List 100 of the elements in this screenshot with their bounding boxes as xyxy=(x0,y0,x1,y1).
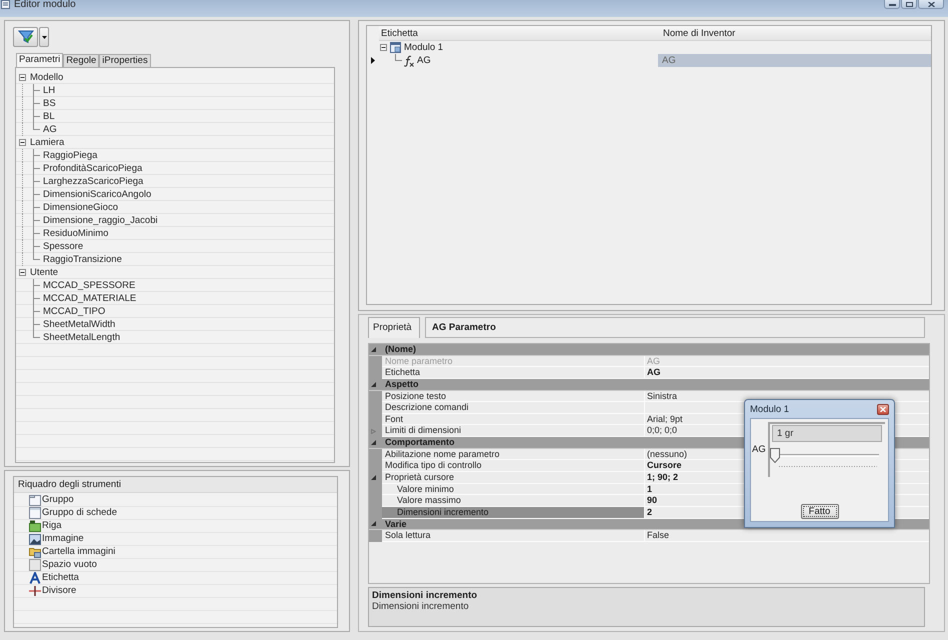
tree-item[interactable]: MCCAD_TIPO xyxy=(43,305,106,318)
property-name[interactable]: Descrizione comandi xyxy=(382,402,645,414)
property-name[interactable]: Modifica tipo di controllo xyxy=(382,460,645,472)
property-value[interactable]: Cursore xyxy=(647,460,682,471)
collapse-arrow-icon[interactable] xyxy=(371,440,376,445)
collapse-arrow-icon[interactable] xyxy=(371,382,376,387)
close-button[interactable] xyxy=(918,0,944,9)
blank-square-icon xyxy=(29,558,41,570)
property-value[interactable]: Arial; 9pt xyxy=(647,414,683,424)
property-value[interactable]: AG xyxy=(647,367,660,378)
toolbox-item[interactable]: Gruppo di schede xyxy=(29,506,117,519)
picture-folder-icon xyxy=(29,546,41,558)
tree-item[interactable]: BS xyxy=(43,97,56,110)
tree-item[interactable]: SheetMetalWidth xyxy=(43,318,116,331)
tree-item[interactable]: DimensioniScaricoAngolo xyxy=(43,188,152,201)
tree-item[interactable]: DimensioneGioco xyxy=(43,201,118,214)
tab[interactable]: iProperties xyxy=(99,54,151,67)
property-name[interactable]: Proprietà cursore xyxy=(382,472,645,484)
toolbox-item[interactable]: Cartella immagini xyxy=(29,545,116,558)
toolbox-item[interactable]: Riga xyxy=(29,519,62,532)
tab[interactable]: Regole xyxy=(63,54,100,67)
tree-item[interactable]: MCCAD_SPESSORE xyxy=(43,279,136,292)
property-name[interactable]: Dimensioni incremento xyxy=(382,506,645,519)
property-name[interactable]: Etichetta xyxy=(382,367,645,379)
collapse-arrow-icon[interactable] xyxy=(371,521,376,526)
property-value[interactable]: 0;0; 0;0 xyxy=(647,425,678,436)
property-name[interactable]: Posizione testo xyxy=(382,390,645,402)
property-value[interactable]: 90 xyxy=(647,495,658,506)
collapse-arrow-icon[interactable] xyxy=(371,475,376,480)
tree-item[interactable]: AG xyxy=(43,123,57,136)
property-value[interactable]: 1; 90; 2 xyxy=(647,472,678,483)
tree-item[interactable]: Modello xyxy=(19,71,64,84)
toolbox-item[interactable]: Gruppo xyxy=(29,493,74,506)
property-name[interactable]: Abilitazione nome parametro xyxy=(382,448,645,460)
dialog-title: Modulo 1 xyxy=(750,404,790,414)
form-window-icon xyxy=(390,42,401,53)
tree-connector-icon xyxy=(19,253,40,266)
tree-item[interactable]: LH xyxy=(43,84,56,97)
property-name[interactable]: Sola lettura xyxy=(382,530,645,542)
table-cell: AG xyxy=(658,54,931,67)
tree-item[interactable]: ProfonditàScaricoPiega xyxy=(43,162,142,175)
property-name[interactable]: Limiti di dimensioni xyxy=(382,425,645,438)
close-button[interactable] xyxy=(877,404,889,414)
close-icon xyxy=(880,406,886,412)
tree-connector-icon xyxy=(19,240,40,253)
tree-item[interactable]: AG xyxy=(403,54,431,67)
tree-item[interactable]: SheetMetalLength xyxy=(43,331,120,344)
minimize-button[interactable] xyxy=(884,0,900,9)
property-name[interactable]: Valore massimo xyxy=(382,495,645,507)
property-value[interactable]: False xyxy=(647,530,670,541)
tree-item[interactable]: Dimensione_raggio_Jacobi xyxy=(43,214,158,227)
toolbox-title: Riquadro degli strumenti xyxy=(14,477,337,493)
tree-item[interactable]: RaggioTransizione xyxy=(43,253,122,266)
tree-item[interactable]: RaggioPiega xyxy=(43,149,98,162)
toolbox-item[interactable]: Divisore xyxy=(29,584,76,597)
slider-track[interactable] xyxy=(769,448,879,463)
category-header[interactable]: (Nome) xyxy=(369,344,929,356)
collapse-icon[interactable] xyxy=(380,44,387,51)
category-header[interactable]: Aspetto xyxy=(369,378,929,391)
toolbox-item[interactable]: Spazio vuoto xyxy=(29,558,97,571)
tree-item[interactable]: ResiduoMinimo xyxy=(43,227,108,240)
collapse-arrow-icon[interactable] xyxy=(371,346,376,352)
collapse-icon[interactable] xyxy=(19,74,26,81)
toolbox-item[interactable]: Immagine xyxy=(29,532,84,545)
property-value[interactable]: (nessuno) xyxy=(647,448,688,460)
tree-connector-icon xyxy=(19,123,40,136)
tree-item[interactable]: BL xyxy=(43,110,55,123)
tabbed-window-icon xyxy=(29,506,41,518)
row-icon xyxy=(29,520,41,532)
property-name[interactable]: Valore minimo xyxy=(382,484,645,496)
tree-connector-icon xyxy=(19,227,40,240)
dropdown-button[interactable] xyxy=(39,27,49,47)
tree-item[interactable]: Spessore xyxy=(43,240,84,253)
picture-icon xyxy=(29,532,41,544)
property-value[interactable]: 1 xyxy=(647,484,652,494)
filter-button[interactable] xyxy=(13,27,38,47)
tree-connector-icon xyxy=(19,97,40,110)
value-field[interactable]: 1 gr xyxy=(772,425,882,442)
slider-thumb[interactable] xyxy=(769,448,781,463)
tab[interactable]: Parametri xyxy=(16,53,64,67)
row-pointer-icon xyxy=(371,57,375,64)
tree-item[interactable]: Modulo 1 xyxy=(380,41,444,54)
property-value[interactable]: Sinistra xyxy=(647,390,678,402)
collapse-icon[interactable] xyxy=(19,139,26,146)
maximize-icon xyxy=(906,2,912,6)
filter-icon xyxy=(18,30,34,44)
tree-item[interactable]: Lamiera xyxy=(19,136,64,149)
collapse-icon[interactable] xyxy=(19,269,26,276)
toolbox-item[interactable]: Etichetta xyxy=(29,571,79,584)
property-value[interactable]: 2 xyxy=(647,506,652,518)
description-title: Dimensioni incremento xyxy=(372,590,478,601)
properties-tab[interactable]: Proprietà xyxy=(368,317,420,338)
maximize-button[interactable] xyxy=(901,0,917,9)
tree-item[interactable]: MCCAD_MATERIALE xyxy=(43,292,136,305)
tree-item[interactable]: Utente xyxy=(19,266,58,279)
property-name[interactable]: Font xyxy=(382,414,645,426)
done-button[interactable]: Fatto xyxy=(800,504,838,519)
tree-item[interactable]: LarghezzaScaricoPiega xyxy=(43,175,144,188)
tree-connector-icon xyxy=(19,162,40,175)
minimize-icon xyxy=(888,2,896,6)
